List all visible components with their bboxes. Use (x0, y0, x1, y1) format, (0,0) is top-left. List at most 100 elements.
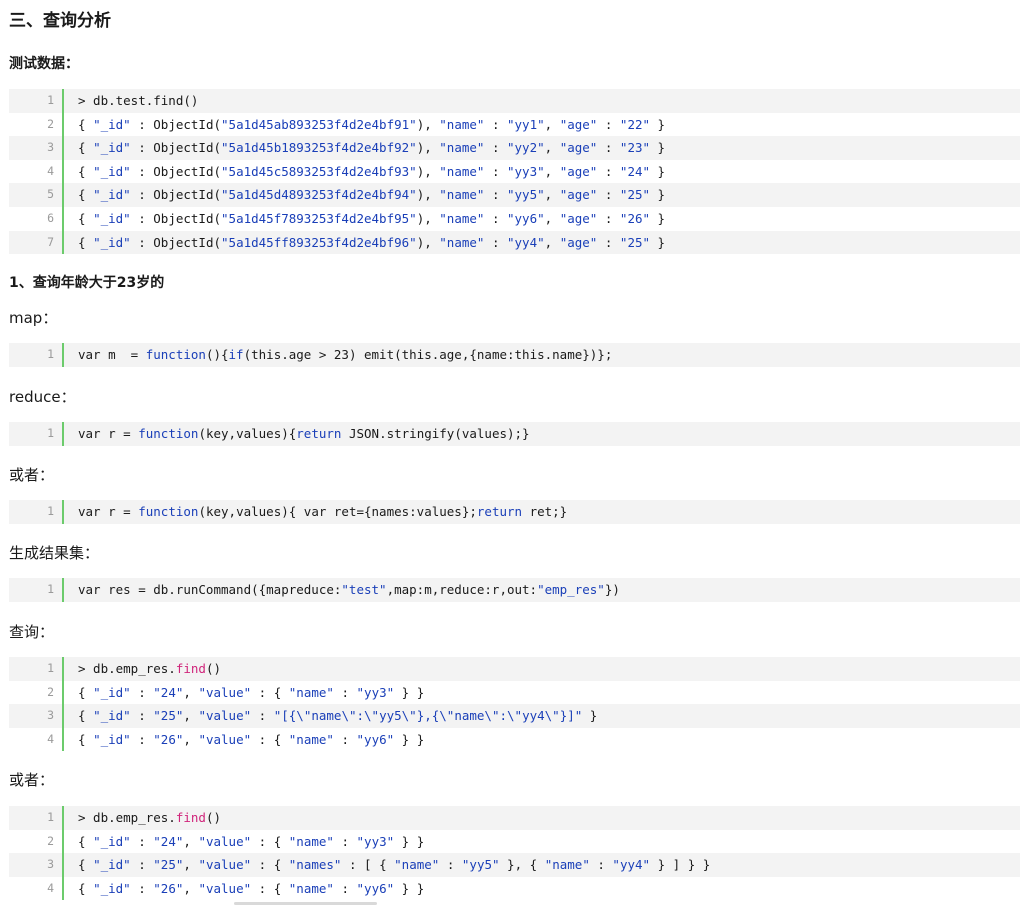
code-token: : (484, 140, 507, 156)
line-number: 4 (9, 727, 64, 752)
code-text: { "_id" : "25", "value" : "[{\"name\":\"… (64, 704, 597, 728)
code-token: ), (416, 187, 440, 203)
line-number: 7 (9, 230, 64, 255)
code-line: 1 > db.test.find() (9, 89, 1020, 113)
code-block-query-1[interactable]: 1 > db.emp_res.find() 2{ "_id" : "24", "va… (9, 657, 1020, 752)
string-token: "yy2" (507, 140, 545, 156)
section-heading: 三、查询分析 (9, 11, 111, 31)
code-token: ), (416, 210, 440, 226)
code-text: var res = db.runCommand({mapreduce:"test… (64, 578, 620, 602)
code-token: () (205, 810, 222, 825)
code-token: : { (251, 857, 289, 873)
string-token: "value" (198, 880, 252, 896)
string-token: "_id" (93, 708, 131, 724)
code-token: : { (251, 833, 289, 849)
string-token: "name" (544, 857, 590, 873)
line-number: 4 (9, 876, 64, 901)
string-token: "23" (619, 140, 651, 156)
code-text: { "_id" : "24", "value" : { "name" : "yy… (64, 830, 424, 854)
code-token: : ObjectId( (130, 187, 222, 203)
string-token: "value" (198, 857, 252, 873)
code-line: 1 var r = function(key,values){return JSO… (9, 422, 1020, 446)
code-token: : (597, 140, 620, 156)
code-token: : (484, 187, 507, 203)
code-line: 2{ "_id" : "24", "value" : { "name" : "y… (9, 829, 1020, 854)
code-text: { "_id" : ObjectId("5a1d45d4893253f4d2e4… (64, 183, 665, 207)
string-token: "5a1d45ff893253f4d2e4bf96" (221, 234, 417, 250)
line-number: 3 (9, 136, 64, 160)
string-token: "yy5" (507, 187, 545, 203)
code-token: }) (604, 582, 620, 597)
code-token: : (484, 234, 507, 250)
string-token: "25" (619, 234, 651, 250)
code-token: : [ { (341, 857, 395, 873)
code-block-map[interactable]: 1 var m = function(){if(this.age > 23) em… (9, 343, 1020, 367)
code-text: > db.emp_res.find() (64, 657, 221, 681)
string-token: "_id" (93, 833, 131, 849)
string-token: "5a1d45b1893253f4d2e4bf92" (221, 140, 417, 156)
string-token: "name" (439, 234, 485, 250)
string-token: "age" (559, 140, 598, 156)
string-token: "names" (288, 857, 342, 873)
code-token: : (597, 163, 620, 179)
line-number: 3 (9, 853, 64, 877)
code-line: 1 > db.emp_res.find() (9, 806, 1020, 830)
string-token: "age" (559, 187, 598, 203)
string-token: "value" (198, 833, 252, 849)
code-token: (key,values){ var ret={names:values}; (198, 504, 477, 519)
string-token: "25" (153, 857, 184, 873)
code-token: : (597, 210, 620, 226)
code-block-test[interactable]: 1 > db.test.find() 2{ "_id" : ObjectId("5a… (9, 89, 1020, 255)
code-token: : (333, 731, 357, 747)
function-token: find (175, 661, 206, 676)
code-text: { "_id" : ObjectId("5a1d45ab893253f4d2e4… (64, 113, 665, 137)
string-token: "_id" (93, 857, 131, 873)
string-token: "yy5" (461, 857, 500, 873)
string-token: "test" (341, 582, 387, 597)
code-block-result[interactable]: 1 var res = db.runCommand({mapreduce:"tes… (9, 578, 1020, 602)
code-token: , (183, 833, 199, 849)
code-token: } (650, 140, 666, 156)
code-token: ), (416, 140, 440, 156)
string-token: "_id" (93, 116, 131, 132)
code-block-reduce[interactable]: 1 var r = function(key,values){return JSO… (9, 422, 1020, 446)
string-token: "yy3" (356, 833, 395, 849)
line-number: 1 (9, 806, 64, 830)
code-token: } ] } } (650, 857, 711, 873)
string-token: "name" (439, 210, 485, 226)
string-token: "5a1d45c5893253f4d2e4bf93" (221, 163, 417, 179)
code-token: ), (416, 234, 440, 250)
code-text: var r = function(key,values){ var ret={n… (64, 500, 567, 524)
code-line: 1 var r = function(key,values){ var ret={… (9, 500, 1020, 524)
code-token: { (78, 187, 94, 203)
code-token: (this.age > 23) emit(this.age,{name:this… (243, 347, 613, 362)
keyword-token: function (138, 504, 199, 519)
function-token: find (175, 810, 206, 825)
code-text: { "_id" : "26", "value" : { "name" : "yy… (64, 728, 424, 752)
code-line: 3{ "_id" : "25", "value" : { "names" : [… (9, 853, 1020, 877)
code-token: { (78, 163, 94, 179)
code-token: (key,values){ (198, 426, 297, 441)
code-token: () (205, 661, 222, 676)
code-token: , (544, 116, 560, 132)
line-number: 2 (9, 112, 64, 137)
code-token: { (78, 234, 94, 250)
code-token: , (544, 140, 560, 156)
code-token: ), (416, 163, 440, 179)
code-token: } } (394, 684, 425, 700)
keyword-token: return (476, 504, 523, 519)
code-token: { (78, 833, 94, 849)
code-token: : { (251, 880, 289, 896)
code-block-query-2[interactable]: 1 > db.emp_res.find() 2{ "_id" : "24", "va… (9, 806, 1020, 901)
code-block-reduce-alt[interactable]: 1 var r = function(key,values){ var ret={… (9, 500, 1020, 524)
code-text: { "_id" : "25", "value" : { "names" : [ … (64, 853, 710, 877)
string-token: "22" (619, 116, 651, 132)
string-token: "_id" (93, 684, 131, 700)
string-token: "name" (439, 116, 485, 132)
code-token: , (183, 857, 199, 873)
code-token: JSON.stringify(values);} (341, 426, 530, 441)
line-number: 1 (9, 343, 64, 367)
code-token: { (78, 731, 94, 747)
string-token: "age" (559, 234, 598, 250)
string-token: "5a1d45ab893253f4d2e4bf91" (221, 116, 417, 132)
